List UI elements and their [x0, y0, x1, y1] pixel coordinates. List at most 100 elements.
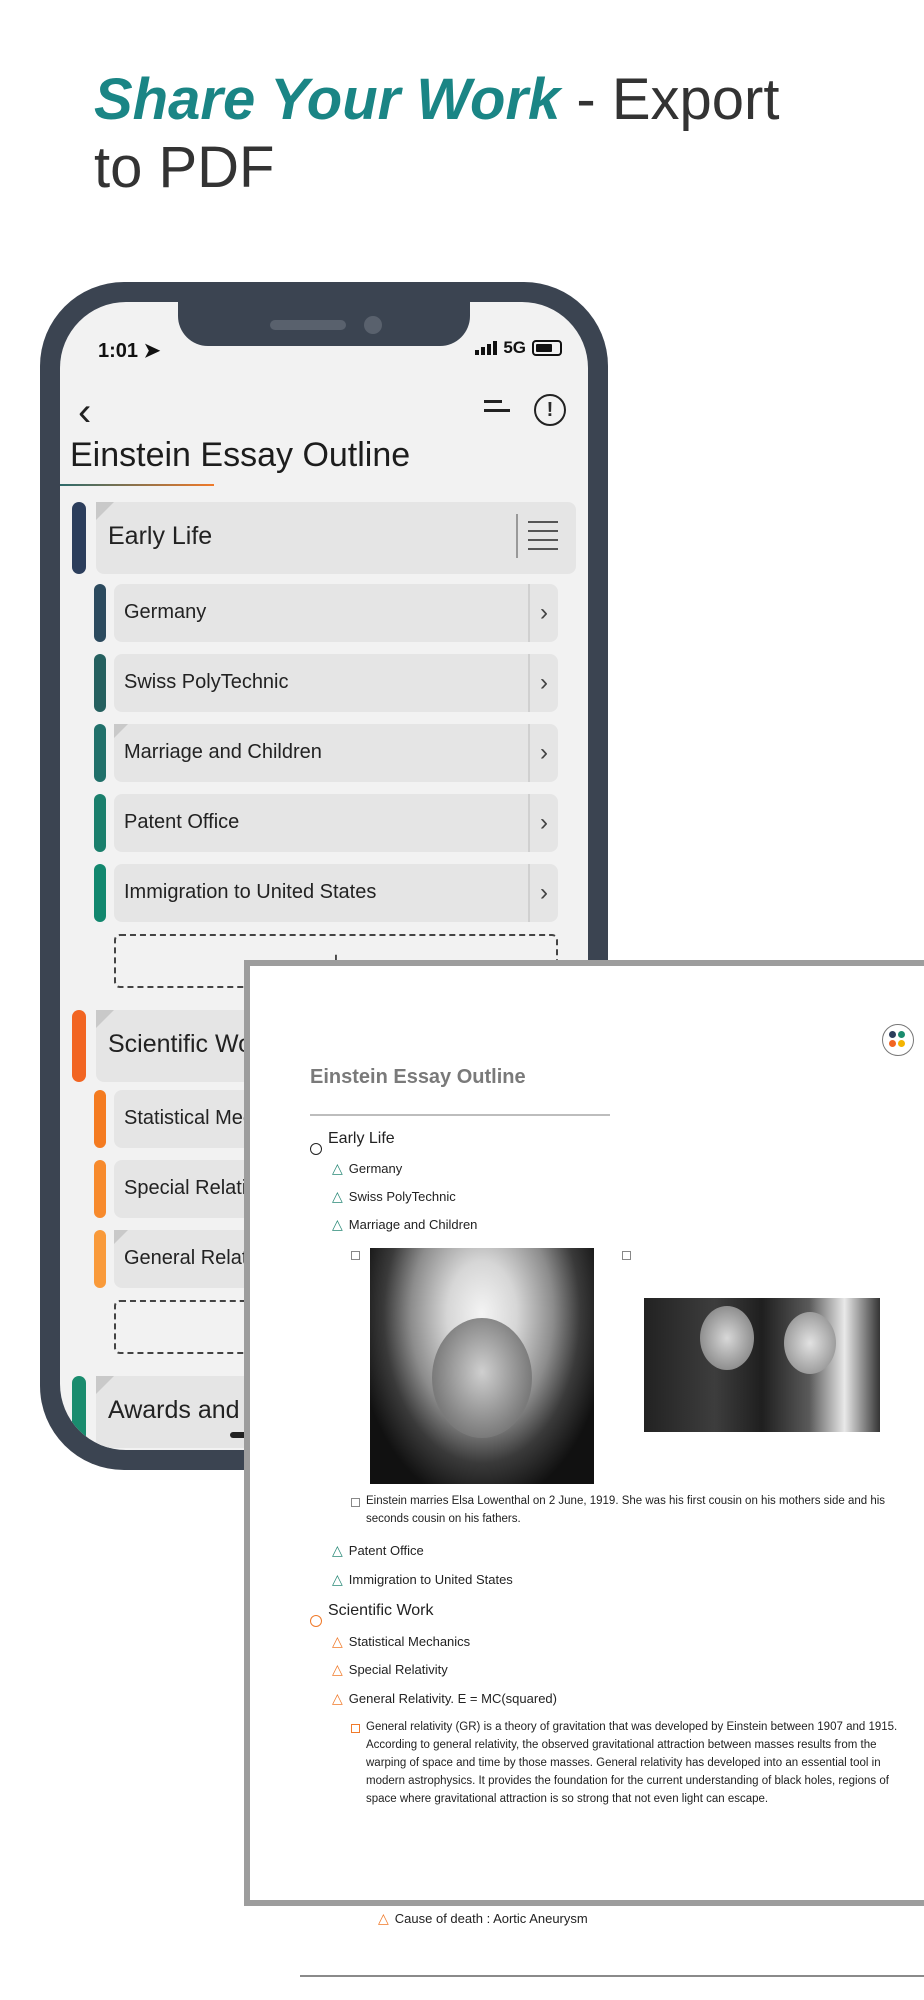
item-label: Swiss PolyTechnic [124, 671, 289, 693]
pdf-item: △ Germany [332, 1160, 402, 1177]
section-color-bar [72, 502, 86, 574]
title-underline [60, 484, 214, 486]
triangle-icon: △ [332, 1571, 343, 1587]
section-label: Early Life [108, 522, 213, 550]
status-right: 5G [475, 338, 562, 358]
triangle-icon: △ [332, 1661, 343, 1677]
status-time-text: 1:01 [98, 340, 139, 362]
pdf-item-label: Immigration to United States [348, 1572, 513, 1587]
signal-icon [475, 341, 498, 355]
pdf-section-label: Scientific Work [328, 1602, 434, 1619]
item-color-bar [94, 654, 106, 712]
item-marriage-and-children[interactable]: Marriage and Children › [94, 724, 558, 782]
section-color-bar [72, 1010, 86, 1082]
chevron-right-icon[interactable]: › [528, 654, 558, 712]
pdf-item-label: Swiss PolyTechnic [348, 1189, 456, 1204]
headline-accent: Share Your Work [94, 67, 561, 132]
item-color-bar [94, 1160, 106, 1218]
status-time: 1:01 ➤ [98, 338, 160, 363]
triangle-icon: △ [332, 1633, 343, 1649]
chevron-right-icon[interactable]: › [528, 794, 558, 852]
pdf-caption: Einstein marries Elsa Lowenthal on 2 Jun… [366, 1495, 886, 1525]
pdf-item-label: General Relativity. E = MC(squared) [348, 1691, 557, 1706]
item-patent-office[interactable]: Patent Office › [94, 794, 558, 852]
square-bullet-icon [351, 1251, 360, 1260]
pdf-gr-paragraph: General relativity (GR) is a theory of g… [366, 1721, 898, 1805]
pdf-item: △ General Relativity. E = MC(squared) [332, 1690, 557, 1707]
fold-corner [96, 1376, 114, 1394]
pdf-item: △ Patent Office [332, 1542, 424, 1559]
pdf-item: △ Marriage and Children [332, 1216, 477, 1233]
info-icon[interactable]: ! [534, 394, 566, 426]
pdf-item: △ Immigration to United States [332, 1571, 513, 1588]
pdf-section-early-life: o Early Life [310, 1130, 395, 1155]
fold-corner [114, 724, 128, 738]
pdf-item-label: Special Relativity [348, 1662, 448, 1677]
pdf-item-label: Marriage and Children [348, 1217, 478, 1232]
phone-notch [178, 302, 470, 346]
pdf-title: Einstein Essay Outline [310, 1066, 526, 1088]
couple-photo [644, 1298, 880, 1432]
item-germany[interactable]: Germany › [94, 584, 558, 642]
pdf-item-label: Statistical Mechanics [348, 1634, 471, 1649]
einstein-photo [370, 1248, 594, 1484]
pdf-item: △ Statistical Mechanics [332, 1633, 470, 1650]
pdf-page-edge [300, 1975, 924, 1977]
item-color-bar [94, 794, 106, 852]
section-early-life[interactable]: Early Life [72, 502, 576, 574]
item-immigration[interactable]: Immigration to United States › [94, 864, 558, 922]
pdf-section-label: Early Life [328, 1130, 395, 1147]
back-chevron-icon[interactable]: ‹ [78, 392, 91, 432]
triangle-icon: △ [332, 1216, 343, 1232]
item-swiss-polytechnic[interactable]: Swiss PolyTechnic › [94, 654, 558, 712]
pdf-item-label: Patent Office [348, 1543, 424, 1558]
app-logo-icon [882, 1024, 914, 1056]
pdf-item-label: Cause of death : Aortic Aneurysm [394, 1911, 588, 1926]
item-label: Immigration to United States [124, 881, 377, 903]
location-icon: ➤ [143, 340, 161, 362]
pdf-section-scientific: o Scientific Work [310, 1602, 434, 1627]
circle-icon: o [310, 1615, 322, 1627]
chevron-right-icon[interactable]: › [528, 724, 558, 782]
square-bullet-icon [351, 1724, 360, 1733]
camera [364, 316, 382, 334]
speaker [270, 320, 346, 330]
battery-icon [532, 340, 562, 356]
triangle-icon: △ [332, 1160, 343, 1176]
pdf-page: Einstein Essay Outline o Early Life △ Germ… [250, 966, 924, 1900]
pdf-title-rule [310, 1114, 610, 1116]
photo-face [432, 1318, 532, 1438]
circle-icon: o [310, 1143, 322, 1155]
pdf-death-item: △ Cause of death : Aortic Aneurysm [378, 1910, 588, 1927]
headline: Share Your Work - Export to PDF [94, 66, 814, 202]
chevron-right-icon[interactable]: › [528, 864, 558, 922]
triangle-icon: △ [332, 1188, 343, 1204]
triangle-icon: △ [332, 1690, 343, 1706]
item-label: Marriage and Children [124, 741, 322, 763]
list-icon[interactable] [516, 514, 558, 558]
fold-corner [96, 1010, 114, 1028]
pdf-item: △ Swiss PolyTechnic [332, 1188, 456, 1205]
square-bullet-icon [351, 1498, 360, 1507]
triangle-icon: △ [332, 1542, 343, 1558]
square-bullet-icon [622, 1251, 631, 1260]
item-color-bar [94, 1230, 106, 1288]
pdf-item-label: Germany [348, 1161, 403, 1176]
pdf-item: △ Special Relativity [332, 1661, 448, 1678]
item-label: Patent Office [124, 811, 240, 833]
item-label: Germany [124, 601, 207, 623]
fold-corner [96, 502, 114, 520]
photo-face [784, 1312, 836, 1374]
photo-face [700, 1306, 754, 1370]
network-label: 5G [503, 338, 526, 357]
outline-title: Einstein Essay Outline [70, 436, 411, 474]
item-color-bar [94, 724, 106, 782]
item-color-bar [94, 584, 106, 642]
item-color-bar [94, 864, 106, 922]
section-color-bar [72, 1376, 86, 1448]
item-color-bar [94, 1090, 106, 1148]
chevron-right-icon[interactable]: › [528, 584, 558, 642]
menu-icon[interactable] [484, 400, 510, 418]
fold-corner [114, 1230, 128, 1244]
triangle-icon: △ [378, 1910, 389, 1926]
